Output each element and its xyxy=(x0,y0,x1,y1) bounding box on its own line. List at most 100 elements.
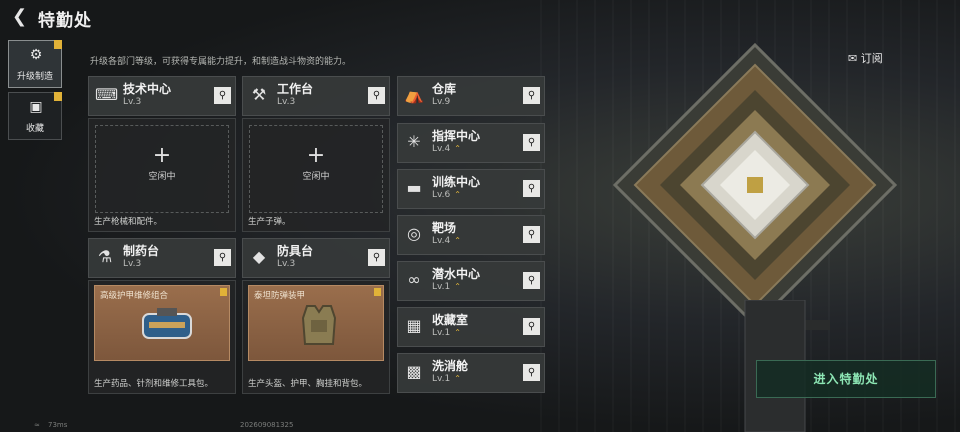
search-icon[interactable]: ⚲ xyxy=(368,249,385,266)
search-icon[interactable]: ⚲ xyxy=(523,134,540,151)
workshop-armor-bench[interactable]: ◆ 防具台 Lv.3 ⚲ xyxy=(242,238,390,278)
tech-center-icon: ⌨ xyxy=(95,85,119,104)
armor-bench-icon: ◆ xyxy=(252,247,266,266)
facility-name: 潜水中心 xyxy=(432,267,481,281)
uid-readout: 202609081325 xyxy=(240,421,294,429)
facility-collection-room[interactable]: ▦ 收藏室 Lv.1 ⌃ ⚲ xyxy=(397,307,545,347)
facility-level: Lv.4 ⌃ xyxy=(432,144,461,154)
upgrade-available-icon: ⌃ xyxy=(454,282,461,291)
subscribe-icon: ✉ xyxy=(848,52,858,65)
facility-level: Lv.4 ⌃ xyxy=(432,236,461,246)
facility-name: 收藏室 xyxy=(432,313,469,327)
left-nav: ⚙ 升级制造 ▣ 收藏 xyxy=(8,40,64,144)
repair-kit-image xyxy=(142,308,192,339)
workshop-tech-center[interactable]: ⌨ 技术中心 Lv.3 ⚲ xyxy=(88,76,236,116)
collection-room-icon: ▦ xyxy=(406,316,422,335)
upgrade-available-icon: ⌃ xyxy=(454,144,461,153)
pharmacy-icon: ⚗ xyxy=(97,247,113,266)
crafting-item-card[interactable]: 高级护甲维修组合 xyxy=(94,285,230,361)
notification-badge xyxy=(220,288,227,296)
facility-warehouse[interactable]: ⛺ 仓库 Lv.9 ⚲ xyxy=(397,76,545,116)
status-footer: ≈ 73ms 202609081325 xyxy=(0,420,960,432)
workshop-level: Lv.3 xyxy=(123,97,142,107)
armor-bench-slot[interactable]: 泰坦防弹装甲 生产头盔、护甲、胸挂和背包。 xyxy=(242,280,390,394)
workshop-level: Lv.3 xyxy=(277,97,296,107)
workshop-name: 工作台 xyxy=(277,82,314,96)
page-title: 特勤处 xyxy=(38,11,92,31)
nav-label: 升级制造 xyxy=(16,72,53,82)
notification-badge xyxy=(54,92,62,101)
collection-icon: ▣ xyxy=(29,99,43,115)
add-icon: + xyxy=(306,143,326,168)
diving-center-icon: ∞ xyxy=(407,270,421,289)
workshop-pharmacy[interactable]: ⚗ 制药台 Lv.3 ⚲ xyxy=(88,238,236,278)
training-center-icon: ▬ xyxy=(406,178,422,197)
crafting-item-name: 泰坦防弹装甲 xyxy=(254,291,306,301)
slot-status: 空闲中 xyxy=(302,172,330,182)
search-icon[interactable]: ⚲ xyxy=(523,180,540,197)
search-icon[interactable]: ⚲ xyxy=(523,226,540,243)
crafting-item-name: 高级护甲维修组合 xyxy=(100,291,169,301)
back-arrow-icon[interactable]: ❮ xyxy=(12,8,30,26)
workshop-name: 制药台 xyxy=(123,244,160,258)
slot-status: 空闲中 xyxy=(148,172,176,182)
notification-badge xyxy=(54,40,62,49)
facility-decon-chamber[interactable]: ▩ 洗消舱 Lv.1 ⌃ ⚲ xyxy=(397,353,545,393)
upgrade-available-icon: ⌃ xyxy=(454,190,461,199)
workbench-slot[interactable]: + 空闲中 生产子弹。 xyxy=(242,118,390,232)
workshop-description: 生产头盔、护甲、胸挂和背包。 xyxy=(248,379,368,389)
search-icon[interactable]: ⚲ xyxy=(214,249,231,266)
wifi-icon: ≈ xyxy=(34,421,40,429)
pharmacy-slot[interactable]: 高级护甲维修组合 生产药品、针剂和维修工具包。 xyxy=(88,280,236,394)
nav-label: 收藏 xyxy=(25,124,44,134)
facility-level: Lv.6 ⌃ xyxy=(432,190,461,200)
search-icon[interactable]: ⚲ xyxy=(523,318,540,335)
facility-level: Lv.1 ⌃ xyxy=(432,328,461,338)
search-icon[interactable]: ⚲ xyxy=(214,87,231,104)
nav-collection[interactable]: ▣ 收藏 xyxy=(8,92,62,140)
upgrade-icon: ⚙ xyxy=(29,47,43,63)
facility-diving-center[interactable]: ∞ 潜水中心 Lv.1 ⌃ ⚲ xyxy=(397,261,545,301)
facility-name: 训练中心 xyxy=(432,175,481,189)
facility-name: 指挥中心 xyxy=(432,129,481,143)
subscribe-button[interactable]: ✉ 订阅 xyxy=(848,50,883,66)
command-center-icon: ✳ xyxy=(407,132,421,151)
facility-level: Lv.9 xyxy=(432,97,451,107)
facility-command-center[interactable]: ✳ 指挥中心 Lv.4 ⌃ ⚲ xyxy=(397,123,545,163)
facility-training-center[interactable]: ▬ 训练中心 Lv.6 ⌃ ⚲ xyxy=(397,169,545,209)
subscribe-label: 订阅 xyxy=(860,52,883,65)
workshop-workbench[interactable]: ⚒ 工作台 Lv.3 ⚲ xyxy=(242,76,390,116)
upgrade-available-icon: ⌃ xyxy=(454,328,461,337)
nav-upgrade-craft[interactable]: ⚙ 升级制造 xyxy=(8,40,62,88)
top-bar: ❮ 特勤处 xyxy=(0,0,960,36)
facility-name: 靶场 xyxy=(432,221,457,235)
facility-range[interactable]: ◎ 靶场 Lv.4 ⌃ ⚲ xyxy=(397,215,545,255)
ping-readout: 73ms xyxy=(48,421,68,429)
workshop-name: 防具台 xyxy=(277,244,314,258)
workshop-description: 生产枪械和配件。 xyxy=(94,217,163,227)
facility-name: 仓库 xyxy=(432,82,457,96)
decon-chamber-icon: ▩ xyxy=(406,362,422,381)
notification-badge xyxy=(374,288,381,296)
tech-center-slot[interactable]: + 空闲中 生产枪械和配件。 xyxy=(88,118,236,232)
search-icon[interactable]: ⚲ xyxy=(523,272,540,289)
search-icon[interactable]: ⚲ xyxy=(523,87,540,104)
warehouse-icon: ⛺ xyxy=(404,85,424,104)
enter-special-ops-button[interactable]: 进入特勤处 xyxy=(756,360,936,398)
facility-level: Lv.1 ⌃ xyxy=(432,374,461,384)
facility-name: 洗消舱 xyxy=(432,359,469,373)
search-icon[interactable]: ⚲ xyxy=(523,364,540,381)
page-description: 升级各部门等级，可获得专属能力提升，和制造战斗物资的能力。 xyxy=(90,57,352,67)
workbench-icon: ⚒ xyxy=(251,85,267,104)
search-icon[interactable]: ⚲ xyxy=(368,87,385,104)
upgrade-available-icon: ⌃ xyxy=(454,374,461,383)
add-icon: + xyxy=(152,143,172,168)
body-armor-image xyxy=(301,305,337,345)
crafting-item-card[interactable]: 泰坦防弹装甲 xyxy=(248,285,384,361)
workshop-level: Lv.3 xyxy=(277,259,296,269)
workshop-description: 生产药品、针剂和维修工具包。 xyxy=(94,379,214,389)
upgrade-available-icon: ⌃ xyxy=(454,236,461,245)
workshop-description: 生产子弹。 xyxy=(248,217,291,227)
workshop-name: 技术中心 xyxy=(123,82,172,96)
workshop-level: Lv.3 xyxy=(123,259,142,269)
